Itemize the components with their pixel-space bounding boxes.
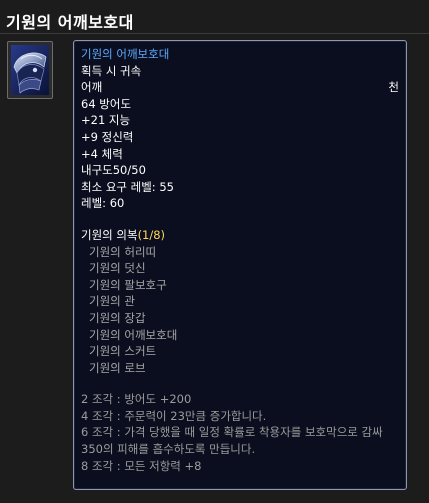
- set-bonus-4: 4 조각 : 주문력이 23만큼 증가합니다.: [81, 408, 267, 423]
- set-name: 기원의 의복: [81, 227, 138, 242]
- set-bonus-8: 8 조각 : 모든 저항력 +8: [81, 458, 202, 473]
- defense-text: 64 방어도: [81, 96, 132, 111]
- set-member: 기원의 팔보호구: [89, 277, 167, 292]
- item-level-text: 레벨: 60: [81, 196, 125, 211]
- required-level-text: 최소 요구 레벨: 55: [81, 179, 174, 194]
- slot-text: 어깨: [81, 80, 103, 95]
- set-title: 기원의 의복(1/8): [81, 227, 399, 244]
- durability-text: 내구도50/50: [81, 163, 146, 178]
- stat-line: +9 정신력: [81, 129, 134, 144]
- set-member: 기원의 덧신: [89, 261, 146, 276]
- set-bonus-2: 2 조각 : 방어도 +200: [81, 392, 192, 407]
- item-tooltip: 기원의 어깨보호대 획득 시 귀속 어깨 천 64 방어도 +21 지능 +9 …: [73, 40, 407, 490]
- set-member: 기원의 어깨보호대: [89, 327, 178, 342]
- set-member: 기원의 관: [89, 294, 135, 309]
- title-divider: [0, 33, 429, 34]
- stat-line: +21 지능: [81, 113, 131, 128]
- set-bonus-6: 6 조각 : 가격 당했을 때 일정 확률로 착용자를 보호막으로 감싸 350…: [81, 425, 383, 457]
- set-member: 기원의 로브: [89, 360, 146, 375]
- item-name: 기원의 어깨보호대: [81, 47, 170, 61]
- material-text: 천: [388, 80, 399, 95]
- set-count: (1/8): [137, 227, 166, 242]
- shoulder-armor-icon: [11, 45, 49, 95]
- stat-line: +4 체력: [81, 146, 123, 161]
- item-icon-slot[interactable]: [7, 41, 53, 99]
- page-title: 기원의 어깨보호대: [6, 13, 134, 32]
- binding-text: 획득 시 귀속: [81, 63, 142, 78]
- set-member: 기원의 스커트: [89, 344, 157, 359]
- slot-row: 어깨 천: [81, 79, 399, 96]
- set-member: 기원의 장갑: [89, 310, 146, 325]
- set-member: 기원의 허리띠: [89, 244, 157, 259]
